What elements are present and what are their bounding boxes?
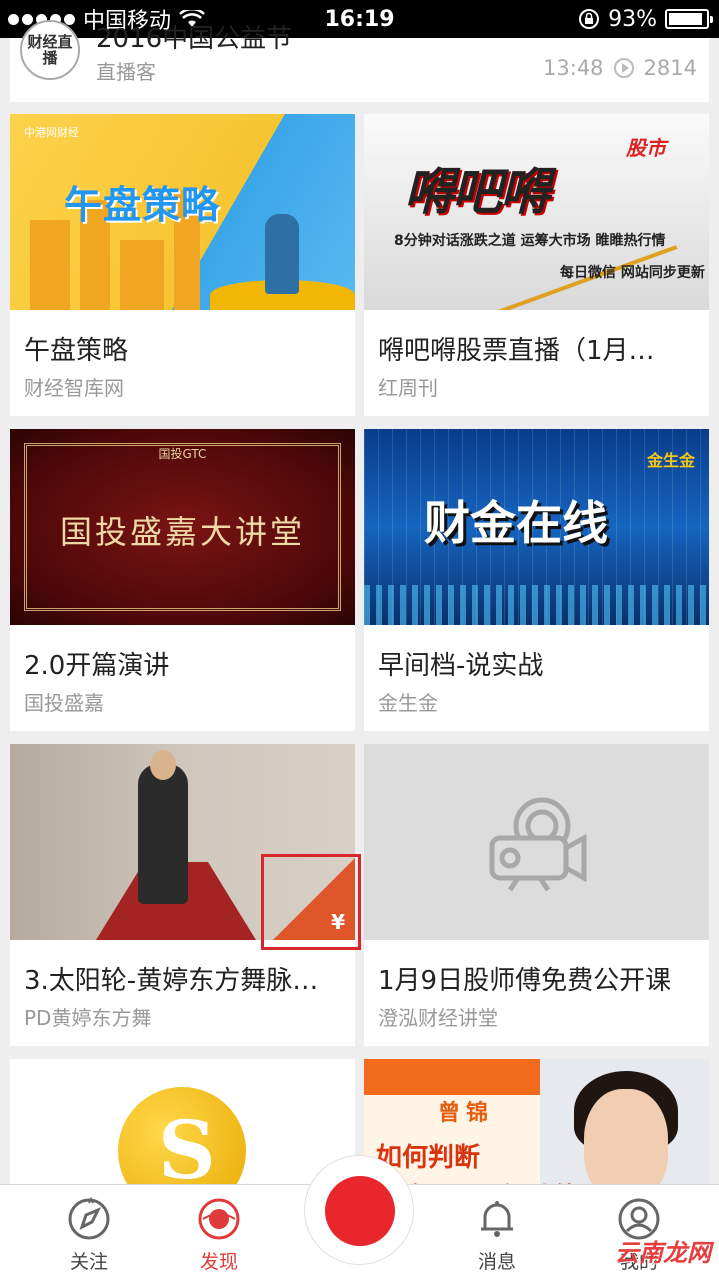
video-camera-placeholder-icon [489, 797, 587, 892]
site-watermark: 云南龙网 [615, 1239, 711, 1267]
channel-avatar[interactable]: 财经直播 [20, 20, 80, 80]
card-title: 早间档-说实战 [378, 651, 544, 681]
tab-messages[interactable]: 消息 [452, 1197, 542, 1274]
rotation-lock-icon [579, 9, 600, 29]
card-author: 澄泓财经讲堂 [378, 1006, 498, 1030]
card-title: 3.太阳轮-黄婷东方舞脉… [24, 966, 319, 996]
tab-follow-label: 关注 [69, 1251, 108, 1273]
video-thumbnail [364, 744, 709, 940]
tab-discover[interactable]: 发现 [174, 1197, 264, 1274]
video-thumbnail: S [10, 1059, 355, 1189]
video-card[interactable]: 金生金 财金在线 早间档-说实战 金生金 [364, 429, 709, 731]
card-title: 嘚吧嘚股票直播（1月… [378, 336, 655, 366]
channel-logo: S [158, 1103, 216, 1189]
battery-icon [665, 9, 713, 29]
video-thumbnail: 金生金 财金在线 [364, 429, 709, 625]
card-author: PD黄婷东方舞 [24, 1006, 152, 1030]
video-card[interactable]: 股市 嘚吧嘚 8分钟对话涨跌之道 运筹大市场 睢睢热行情 每日微信 网站同步更新… [364, 114, 709, 416]
card-author: 直播客 [96, 60, 156, 84]
card-title: 午盘策略 [24, 336, 129, 366]
video-thumbnail: 曾锦 如何判断 孩子双眼视功能 [364, 1059, 709, 1189]
card-title: 2.0开篇演讲 [24, 651, 170, 681]
video-card[interactable]: 中港网财经 午盘策略 午盘策略 财经智库网 [10, 114, 355, 416]
video-thumbnail: 中港网财经 午盘策略 [10, 114, 355, 310]
highlight-annotation [261, 854, 361, 950]
battery-percent: 93% [608, 6, 657, 32]
live-card-partial[interactable]: 2016中国公益节 财经直播 直播客 13:48 2814 [10, 20, 709, 102]
card-title: 2016中国公益节 [96, 24, 293, 54]
video-card[interactable]: 1月9日股师傅免费公开课 澄泓财经讲堂 [364, 744, 709, 1046]
record-button-container [304, 1155, 414, 1265]
tab-messages-label: 消息 [477, 1251, 516, 1273]
person-figure [265, 214, 299, 294]
record-button[interactable] [325, 1176, 395, 1246]
tab-discover-label: 发现 [199, 1251, 238, 1273]
card-author: 金生金 [378, 691, 438, 715]
tab-follow[interactable]: 关注 [44, 1197, 134, 1274]
card-title: 1月9日股师傅免费公开课 [378, 966, 672, 996]
card-author: 国投盛嘉 [24, 691, 104, 715]
play-count-icon [613, 58, 634, 78]
bell-icon [481, 1201, 513, 1237]
card-time: 13:48 [543, 56, 604, 80]
video-card[interactable]: 国投GTC 国投盛嘉大讲堂 2.0开篇演讲 国投盛嘉 [10, 429, 355, 731]
video-card[interactable]: S [10, 1059, 355, 1189]
video-card[interactable]: 曾锦 如何判断 孩子双眼视功能 [364, 1059, 709, 1189]
follow-icon [68, 1197, 110, 1240]
bottom-nav: 关注 发现 消息 我的 云南龙网 [0, 1155, 719, 1280]
card-author: 财经智库网 [24, 376, 124, 400]
play-count: 2814 [643, 56, 697, 80]
video-thumbnail: 国投GTC 国投盛嘉大讲堂 [10, 429, 355, 625]
card-author: 红周刊 [378, 376, 438, 400]
discover-icon [198, 1198, 240, 1240]
video-thumbnail: 股市 嘚吧嘚 8分钟对话涨跌之道 运筹大市场 睢睢热行情 每日微信 网站同步更新 [364, 114, 709, 310]
